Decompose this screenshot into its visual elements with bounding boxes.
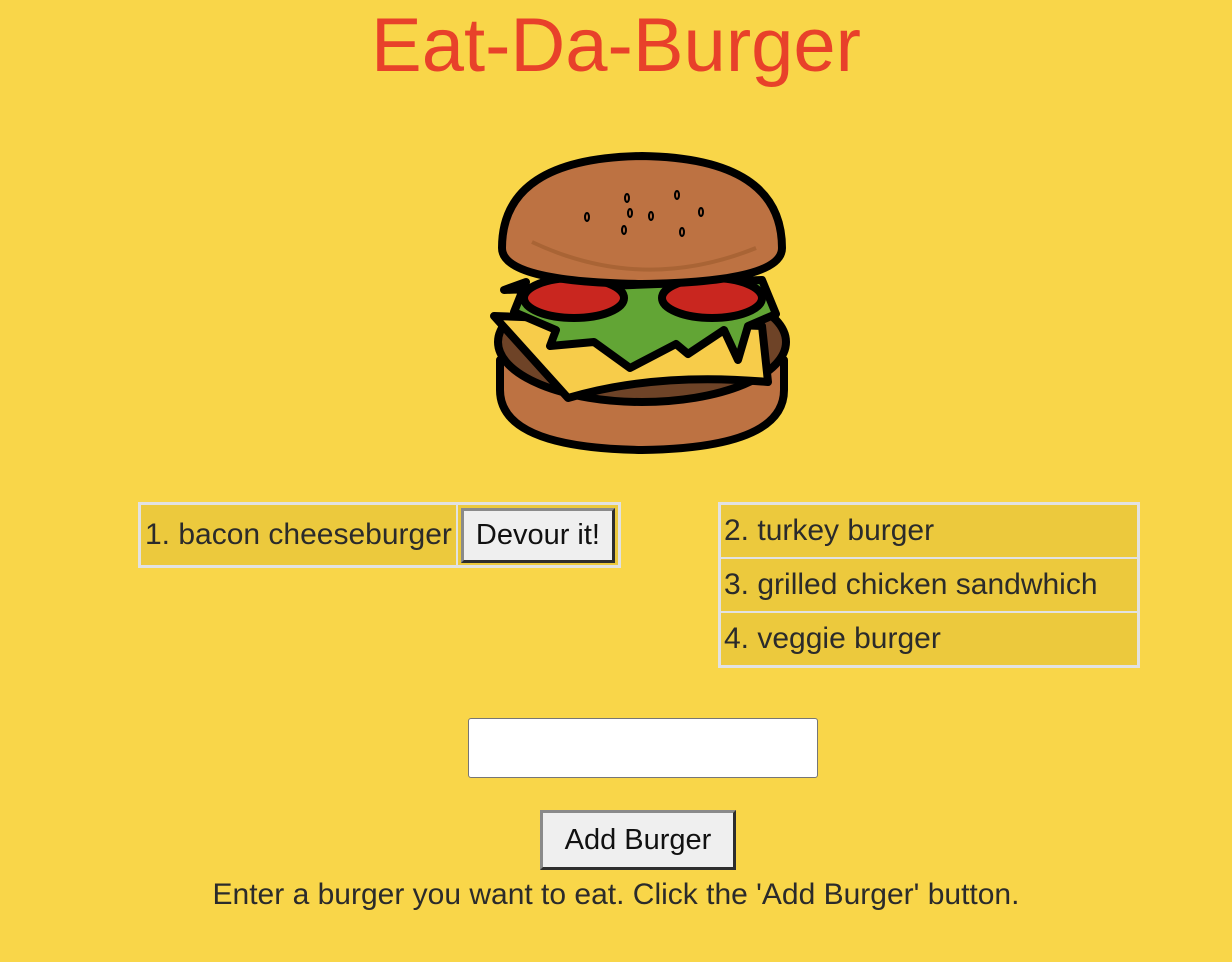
burger-icon [490, 151, 790, 454]
devoured-table: 2. turkey burger 3. grilled chicken sand… [718, 502, 1140, 668]
burger-action-cell: Devour it! [458, 505, 618, 565]
devour-button[interactable]: Devour it! [460, 507, 615, 563]
devoured-row: 2. turkey burger [721, 505, 1137, 559]
add-burger-button[interactable]: Add Burger [540, 810, 736, 870]
not-devoured-table: 1. bacon cheeseburger Devour it! [138, 502, 621, 568]
devoured-row: 3. grilled chicken sandwhich [721, 559, 1137, 613]
instructions-text: Enter a burger you want to eat. Click th… [212, 878, 1020, 911]
devoured-row: 4. veggie burger [724, 622, 941, 655]
burger-name-input[interactable] [468, 718, 818, 778]
page-title: Eat-Da-Burger [371, 3, 861, 88]
burger-name-cell: 1. bacon cheeseburger [141, 505, 458, 565]
